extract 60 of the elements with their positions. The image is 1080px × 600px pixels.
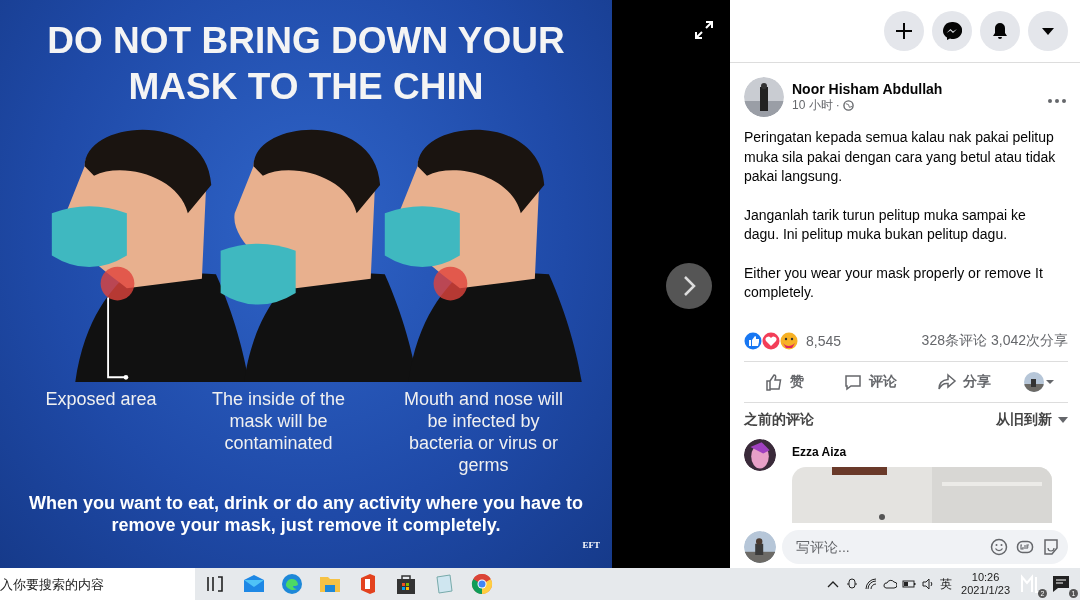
- poster-caption: The inside of the mask will be contaminated: [210, 388, 347, 454]
- author-name[interactable]: Noor Hisham Abdullah: [792, 80, 1038, 97]
- caret-icon: [1046, 378, 1055, 385]
- separator: ·: [835, 98, 840, 112]
- globe-icon: [842, 99, 854, 111]
- post-text: Peringatan kepada semua kalau nak pakai pelitup muka sila pakai dengan cara yang betul atau tidak pakai langsung.: [744, 128, 1056, 186]
- bell-icon: [991, 22, 1009, 40]
- share-count[interactable]: 3,042次分享: [990, 331, 1068, 350]
- poster-headline: DO NOT BRING DOWN YOUR MASK TO THE CHIN: [46, 19, 566, 109]
- comment-count[interactable]: 328条评论: [921, 331, 987, 350]
- share-button[interactable]: 分享: [930, 367, 997, 396]
- create-button[interactable]: [884, 11, 924, 51]
- avatar[interactable]: [744, 438, 776, 471]
- chrome-icon[interactable]: [471, 573, 493, 595]
- comments-heading: 之前的评论: [744, 410, 814, 429]
- post-time[interactable]: 10 小时: [792, 96, 833, 114]
- comment-field[interactable]: 写评论...: [794, 538, 982, 556]
- avatar: [1024, 371, 1045, 392]
- mail-icon[interactable]: [243, 573, 265, 595]
- cloud-icon[interactable]: [883, 577, 898, 591]
- browser-icon[interactable]: [281, 573, 303, 595]
- share-arrow-icon: [936, 371, 957, 392]
- caret-icon: [1058, 416, 1068, 423]
- taskbar-search-field[interactable]: 入你要搜索的内容: [0, 568, 195, 600]
- sticker-icon[interactable]: [1042, 538, 1060, 556]
- post-text: Janganlah tarik turun pelitup muka sampai ke dagu. Ini pelitup muka bukan pelitup dagu.: [744, 205, 1027, 244]
- messenger-icon: [942, 21, 962, 41]
- avatar[interactable]: [744, 531, 776, 563]
- reaction-count[interactable]: 8,545: [806, 332, 842, 349]
- emoji-icon[interactable]: [990, 538, 1008, 556]
- audience-picker[interactable]: [1024, 371, 1055, 392]
- comment-box[interactable]: 写评论...: [782, 530, 1068, 564]
- chevron-right-icon: [681, 275, 697, 297]
- notification-icon[interactable]: [1050, 573, 1072, 595]
- poster-caption: Exposed area: [44, 388, 158, 410]
- clock[interactable]: 10:26 2021/1/23: [957, 571, 1014, 597]
- like-button[interactable]: 赞: [757, 367, 810, 396]
- poster-caption: Mouth and nose will be infected by bacteria or virus or germs: [402, 388, 565, 476]
- input-language[interactable]: 英: [940, 575, 953, 593]
- plus-icon: [895, 22, 913, 40]
- store-icon[interactable]: [395, 573, 417, 595]
- caret-icon: [1041, 26, 1055, 36]
- comment-button[interactable]: 评论: [837, 367, 904, 396]
- next-button[interactable]: [666, 263, 712, 309]
- battery-icon[interactable]: [902, 577, 917, 591]
- headset-icon[interactable]: [845, 577, 860, 591]
- avatar[interactable]: [744, 77, 784, 117]
- commenter-name[interactable]: Ezza Aiza: [792, 444, 1052, 459]
- expand-icon[interactable]: [694, 20, 714, 40]
- messenger-button[interactable]: [932, 11, 972, 51]
- notifications-button[interactable]: [980, 11, 1020, 51]
- gif-icon[interactable]: [1016, 538, 1034, 556]
- sort-dropdown[interactable]: 从旧到新: [996, 410, 1068, 429]
- poster-credit: EFT: [582, 540, 600, 550]
- account-menu-button[interactable]: [1028, 11, 1068, 51]
- post-text: Either you wear your mask properly or remove It completely.: [744, 263, 1044, 302]
- wifi-icon[interactable]: [864, 577, 879, 591]
- thumbs-up-icon: [763, 371, 784, 392]
- more-icon: [1046, 98, 1068, 104]
- poster-footer: When you want to eat, drink or do any activity where you have to remove your mask, just remove it completely.: [6, 492, 606, 536]
